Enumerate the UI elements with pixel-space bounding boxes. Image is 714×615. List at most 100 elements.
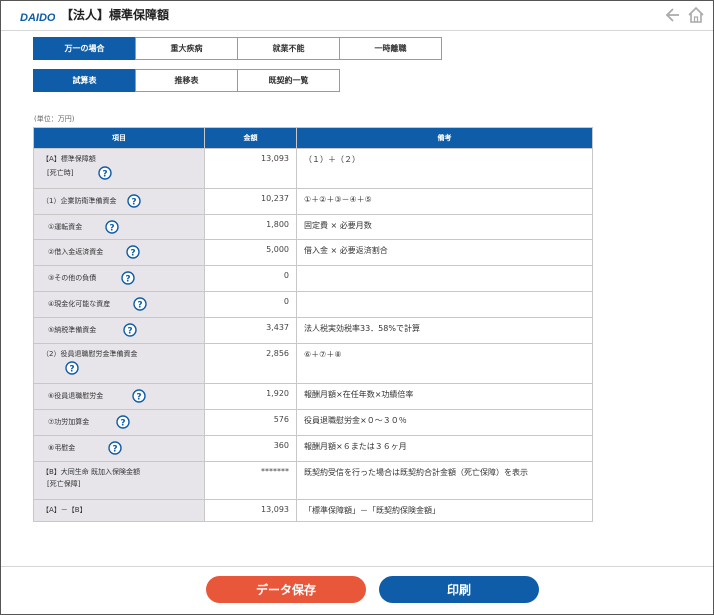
tab-temporary-leave[interactable]: 一時離職	[339, 37, 442, 60]
help-icon[interactable]: ?	[132, 297, 147, 311]
tab-death[interactable]: 万一の場合	[33, 37, 136, 60]
tab-calculation[interactable]: 試算表	[33, 69, 136, 92]
row-item-label: ⑧弔慰金	[48, 444, 76, 452]
svg-text:?: ?	[137, 301, 142, 311]
view-tabs: 試算表 推移表 既契約一覧	[33, 69, 340, 92]
row-amount: 1,920	[204, 383, 297, 410]
svg-text:?: ?	[130, 249, 135, 259]
col-header-note: 備考	[296, 127, 593, 149]
help-icon[interactable]: ?	[131, 389, 146, 403]
row-amount: 0	[204, 291, 297, 318]
row-note: 「標準保障額」－「既契約保険金額」	[296, 499, 593, 522]
tab-transition[interactable]: 推移表	[135, 69, 238, 92]
row-item-label: 【A】－【B】	[42, 506, 87, 514]
row-item: （1）企業防衛準備資金 ?	[33, 188, 205, 215]
svg-text:?: ?	[69, 365, 74, 375]
row-note: （１）＋（２）	[296, 148, 593, 189]
help-icon[interactable]: ?	[98, 166, 112, 180]
row-note: 法人税実効税率33．58%で計算	[296, 317, 593, 344]
row-note: 役員退職慰労金×０～３０％	[296, 409, 593, 436]
row-note: 報酬月額×在任年数×功績倍率	[296, 383, 593, 410]
row-item-label: ⑥役員退職慰労金	[48, 392, 104, 400]
help-icon[interactable]: ?	[115, 415, 130, 429]
row-item-sub: [死亡時] ?	[42, 166, 204, 180]
row-item-label: （1）企業防衛準備資金	[42, 197, 117, 205]
unit-label: (単位：万円)	[34, 115, 75, 123]
table-row: 【A】標準保障額 [死亡時] ? 13,093 （１）＋（２）	[33, 148, 593, 189]
table-row: ⑥役員退職慰労金 ? 1,920 報酬月額×在任年数×功績倍率	[33, 383, 593, 410]
row-item: 【A】－【B】	[33, 499, 205, 522]
help-icon[interactable]: ?	[120, 271, 135, 285]
col-header-amount: 金額	[204, 127, 297, 149]
help-icon[interactable]: ?	[107, 441, 122, 455]
help-icon[interactable]: ?	[104, 220, 119, 234]
tab-existing-contracts[interactable]: 既契約一覧	[237, 69, 340, 92]
row-item: ③その他の負債 ?	[33, 265, 205, 292]
table-row: （2）役員退職慰労金準備資金 ? 2,856 ⑥＋⑦＋⑧	[33, 343, 593, 384]
row-item-label: ①運転資金	[48, 223, 83, 231]
row-note: 報酬月額×６または３６ヶ月	[296, 435, 593, 462]
row-amount: 2,856	[204, 343, 297, 384]
row-amount: 576	[204, 409, 297, 436]
home-icon[interactable]	[687, 6, 705, 24]
footer-divider	[1, 566, 713, 567]
row-amount: 360	[204, 435, 297, 462]
row-note: ①＋②＋③－④＋⑤	[296, 188, 593, 215]
row-amount: 5,000	[204, 239, 297, 266]
row-note	[296, 265, 593, 292]
daido-logo: DAIDO	[20, 12, 55, 24]
table-row: （1）企業防衛準備資金 ? 10,237 ①＋②＋③－④＋⑤	[33, 188, 593, 215]
row-item-label: ⑤納税準備資金	[48, 326, 97, 334]
svg-text:?: ?	[102, 170, 107, 180]
tab-disability[interactable]: 就業不能	[237, 37, 340, 60]
row-note	[296, 291, 593, 318]
row-note: 固定費 × 必要月数	[296, 214, 593, 240]
help-icon[interactable]: ?	[125, 245, 140, 259]
row-item-label: ④現金化可能な資産	[48, 300, 111, 308]
table-row: 【B】大同生命 既加入保険金額 [死亡保障] ******* 既契約受信を行った…	[33, 461, 593, 500]
svg-text:?: ?	[125, 275, 130, 285]
svg-text:?: ?	[136, 393, 141, 403]
table-row: ⑧弔慰金 ? 360 報酬月額×６または３６ヶ月	[33, 435, 593, 462]
table-row: ④現金化可能な資産 ? 0	[33, 291, 593, 318]
col-header-item: 項目	[33, 127, 205, 149]
svg-text:?: ?	[112, 445, 117, 455]
category-tabs: 万一の場合 重大疾病 就業不能 一時離職	[33, 37, 442, 60]
help-icon[interactable]: ?	[65, 361, 79, 375]
table-row: ①運転資金 ? 1,800 固定費 × 必要月数	[33, 214, 593, 240]
row-amount: 13,093	[204, 148, 297, 189]
row-item: ①運転資金 ?	[33, 214, 205, 240]
svg-text:DAIDO: DAIDO	[20, 12, 55, 24]
row-amount: 0	[204, 265, 297, 292]
tab-critical-illness[interactable]: 重大疾病	[135, 37, 238, 60]
row-item-label: （2）役員退職慰労金準備資金	[42, 350, 138, 358]
row-note: 借入金 × 必要返済割合	[296, 239, 593, 266]
row-amount: *******	[204, 461, 297, 500]
row-amount: 13,093	[204, 499, 297, 522]
row-note: 既契約受信を行った場合は既契約合計金額（死亡保障）を表示	[296, 461, 593, 500]
row-item: ⑧弔慰金 ?	[33, 435, 205, 462]
page-title: 【法人】標準保障額	[61, 8, 170, 22]
help-icon[interactable]: ?	[127, 194, 141, 208]
row-item: ⑥役員退職慰労金 ?	[33, 383, 205, 410]
table-row: ②借入金返済資金 ? 5,000 借入金 × 必要返済割合	[33, 239, 593, 266]
print-button[interactable]: 印刷	[379, 576, 539, 603]
help-icon[interactable]: ?	[122, 323, 137, 337]
row-item-label: ⑦功労加算金	[48, 418, 90, 426]
app-header: DAIDO 【法人】標準保障額	[1, 1, 713, 31]
table-row: ③その他の負債 ? 0	[33, 265, 593, 292]
row-item-label: ③その他の負債	[48, 274, 97, 282]
row-amount: 3,437	[204, 317, 297, 344]
table-row: ⑤納税準備資金 ? 3,437 法人税実効税率33．58%で計算	[33, 317, 593, 344]
row-item-sub-label: [死亡保障]	[47, 480, 81, 488]
svg-text:?: ?	[120, 419, 125, 429]
row-item-label: 【B】大同生命 既加入保険金額	[42, 468, 141, 476]
save-data-button[interactable]: データ保存	[206, 576, 366, 603]
row-item: ④現金化可能な資産 ?	[33, 291, 205, 318]
row-item: ⑦功労加算金 ?	[33, 409, 205, 436]
row-item: （2）役員退職慰労金準備資金 ?	[33, 343, 205, 384]
back-arrow-icon[interactable]	[665, 6, 681, 24]
row-amount: 10,237	[204, 188, 297, 215]
svg-text:?: ?	[109, 224, 114, 234]
calculation-table: 項目 金額 備考 【A】標準保障額 [死亡時] ? 13,093 （１）＋（２）…	[33, 127, 593, 522]
